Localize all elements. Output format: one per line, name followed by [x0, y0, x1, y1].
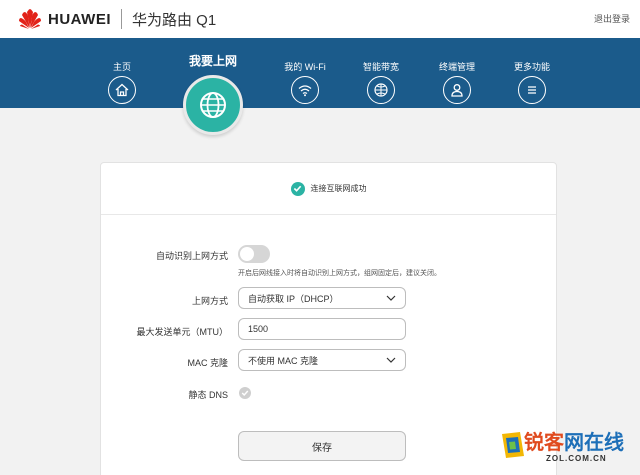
mtu-input[interactable]: 1500: [238, 318, 406, 340]
watermark-title: 锐客网在线: [524, 426, 624, 455]
wifi-icon: [291, 76, 319, 104]
wan-mode-label: 上网方式: [191, 296, 228, 306]
auto-detect-label: 自动识别上网方式: [155, 251, 228, 261]
mac-clone-value: 不使用 MAC 克隆: [248, 355, 319, 366]
nav-label-internet: 我要上网: [188, 54, 237, 68]
static-dns-checkbox[interactable]: [239, 387, 251, 399]
nav-item-more[interactable]: 更多功能: [492, 38, 572, 104]
save-button[interactable]: 保存: [238, 431, 406, 461]
check-icon: [290, 181, 305, 196]
connection-status: 连接互联网成功: [101, 163, 556, 215]
watermark-logo: 锐客网在线 ZOL.COM.CN: [500, 426, 636, 472]
auto-detect-hint: 开启后网线接入时将自动识别上网方式，组网固定后，建议关闭。: [238, 270, 441, 277]
auto-detect-toggle[interactable]: [238, 245, 270, 263]
watermark-mark-icon: [502, 432, 524, 458]
nav-item-bandwidth[interactable]: 智能带宽: [341, 38, 421, 104]
nav-label-more: 更多功能: [513, 62, 550, 72]
wan-mode-select[interactable]: 自动获取 IP（DHCP）: [238, 287, 406, 309]
watermark-title-a: 锐客: [524, 430, 564, 454]
watermark-sub: ZOL.COM.CN: [546, 454, 607, 463]
menu-icon: [518, 76, 546, 104]
home-icon: [108, 76, 136, 104]
bandwidth-icon: [367, 76, 395, 104]
chevron-down-icon: [386, 357, 396, 363]
watermark-title-c: 在线: [584, 430, 624, 454]
nav-label-wifi: 我的 Wi-Fi: [284, 62, 326, 72]
mtu-label: 最大发送单元（MTU）: [136, 327, 229, 337]
nav-label-bandwidth: 智能带宽: [362, 62, 399, 72]
static-dns-label: 静态 DNS: [188, 390, 228, 400]
user-icon: [443, 76, 471, 104]
mac-clone-label: MAC 克隆: [187, 358, 228, 368]
nav-label-devices: 终端管理: [438, 62, 475, 72]
nav-item-home[interactable]: 主页: [82, 38, 162, 104]
nav-label-home: 主页: [112, 62, 131, 72]
huawei-flower-icon: [19, 9, 41, 29]
main-nav: 主页 我要上网 我的 Wi-Fi 智能带宽 终端管理 更多功能: [0, 38, 640, 108]
mac-clone-select[interactable]: 不使用 MAC 克隆: [238, 349, 406, 371]
nav-item-wifi[interactable]: 我的 Wi-Fi: [265, 38, 345, 104]
nav-item-devices[interactable]: 终端管理: [417, 38, 497, 104]
nav-item-internet[interactable]: 我要上网: [173, 38, 253, 68]
toggle-knob: [240, 247, 254, 261]
chevron-down-icon: [386, 295, 396, 301]
huawei-logo: HUAWEI 华为路由 Q1: [18, 8, 216, 30]
wan-mode-value: 自动获取 IP（DHCP）: [248, 293, 339, 304]
brand-name: HUAWEI: [48, 10, 111, 28]
watermark-title-b: 网: [564, 430, 584, 454]
status-text: 连接互联网成功: [310, 184, 367, 193]
globe-icon[interactable]: [183, 75, 243, 135]
logout-link[interactable]: 退出登录: [594, 12, 630, 25]
top-bar: HUAWEI 华为路由 Q1 退出登录: [0, 0, 640, 38]
mtu-value: 1500: [248, 324, 269, 334]
product-name: 华为路由 Q1: [132, 11, 217, 29]
header-divider: [121, 9, 122, 29]
